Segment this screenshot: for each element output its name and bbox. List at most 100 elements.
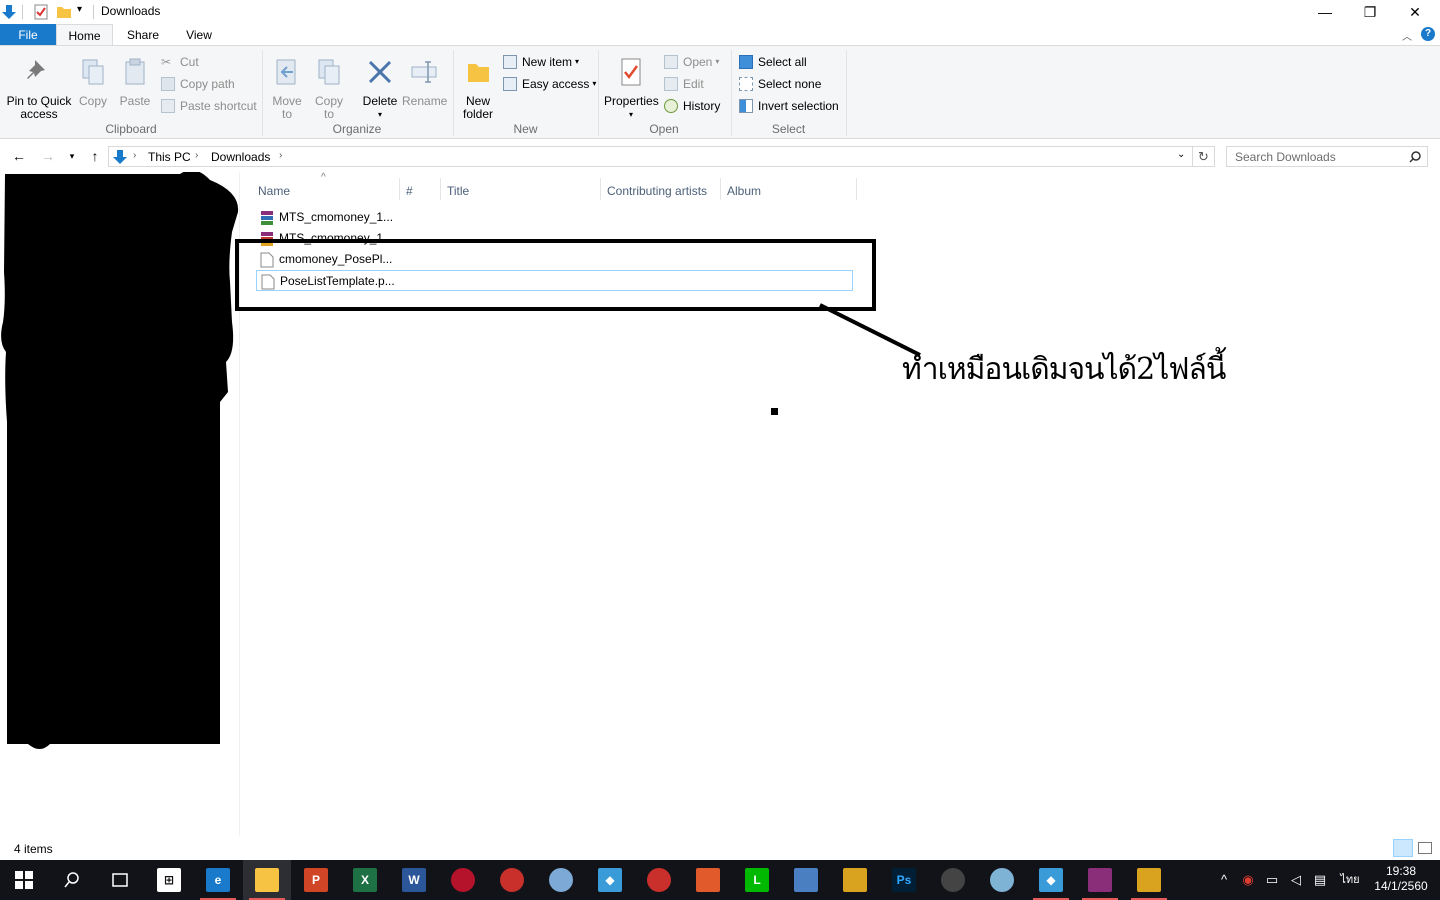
column-divider[interactable] bbox=[440, 178, 441, 200]
select-all-button[interactable]: Select all bbox=[739, 53, 807, 71]
details-view-icon[interactable] bbox=[1393, 839, 1413, 857]
restore-button[interactable]: ❐ bbox=[1347, 0, 1393, 24]
column-header-album[interactable]: Album bbox=[727, 182, 761, 200]
delete-button[interactable]: Delete ▾ bbox=[360, 56, 400, 121]
rename-button[interactable]: Rename bbox=[402, 56, 447, 108]
column-divider[interactable] bbox=[856, 178, 857, 200]
app-icon bbox=[843, 868, 867, 892]
taskbar-app-line[interactable]: L bbox=[733, 860, 781, 900]
task-view-button[interactable] bbox=[96, 860, 144, 900]
photoshop-icon: Ps bbox=[892, 868, 916, 892]
taskbar-app-7[interactable] bbox=[929, 860, 977, 900]
customize-quick-access-icon[interactable]: ▾ bbox=[77, 4, 82, 15]
file-row[interactable]: MTS_cmomoney_1... bbox=[256, 207, 853, 228]
recent-locations-icon[interactable]: ▾ bbox=[62, 147, 82, 165]
new-folder-quick-icon[interactable] bbox=[55, 3, 73, 21]
select-none-button[interactable]: Select none bbox=[739, 75, 821, 93]
navigation-pane[interactable] bbox=[0, 172, 240, 836]
address-dropdown-icon[interactable]: ⌄ bbox=[1177, 149, 1185, 160]
tab-home[interactable]: Home bbox=[56, 24, 113, 46]
copy-to-button[interactable]: Copy to bbox=[312, 56, 346, 121]
cut-button[interactable]: ✂ Cut bbox=[161, 53, 199, 71]
taskbar-app-2[interactable] bbox=[488, 860, 536, 900]
properties-button[interactable]: Properties ▾ bbox=[604, 56, 659, 121]
taskbar-app-4[interactable] bbox=[684, 860, 732, 900]
column-divider[interactable] bbox=[399, 178, 400, 200]
sims-icon: ◆ bbox=[598, 868, 622, 892]
collapse-ribbon-icon[interactable]: ︿ bbox=[1402, 28, 1412, 43]
column-divider[interactable] bbox=[720, 178, 721, 200]
tab-view[interactable]: View bbox=[176, 24, 222, 46]
paste-icon bbox=[125, 58, 145, 85]
taskbar-app-photoshop[interactable]: Ps bbox=[880, 860, 928, 900]
back-arrow-icon[interactable]: ← bbox=[9, 147, 29, 165]
action-center-icon[interactable]: ▤ bbox=[1310, 870, 1330, 890]
column-header-name[interactable]: Name bbox=[258, 182, 290, 200]
column-header-contributing-artists[interactable]: Contributing artists bbox=[607, 182, 707, 200]
open-button[interactable]: Open ▾ bbox=[664, 53, 719, 71]
search-button[interactable] bbox=[48, 860, 96, 900]
minimize-button[interactable]: — bbox=[1302, 0, 1348, 24]
taskbar-app-8[interactable] bbox=[1125, 860, 1173, 900]
tray-app-icon[interactable]: ◉ bbox=[1238, 870, 1258, 890]
taskbar-app-cloud[interactable] bbox=[978, 860, 1026, 900]
close-button[interactable]: ✕ bbox=[1392, 0, 1438, 24]
help-icon[interactable]: ? bbox=[1421, 27, 1435, 41]
large-icons-view-icon[interactable] bbox=[1418, 842, 1432, 854]
copy-button[interactable]: Copy bbox=[76, 56, 110, 108]
tab-share[interactable]: Share bbox=[118, 24, 168, 46]
search-icon[interactable] bbox=[1408, 150, 1422, 164]
history-button[interactable]: History bbox=[664, 97, 720, 115]
refresh-icon[interactable]: ↻ bbox=[1193, 146, 1215, 167]
breadcrumb-downloads[interactable]: Downloads bbox=[211, 150, 270, 164]
taskbar-app-3[interactable] bbox=[635, 860, 683, 900]
cut-label: Cut bbox=[180, 55, 199, 69]
volume-muted-icon[interactable]: ◁ bbox=[1286, 870, 1306, 890]
taskbar-app-paint[interactable] bbox=[537, 860, 585, 900]
paint-icon bbox=[549, 868, 573, 892]
tab-file[interactable]: File bbox=[0, 24, 56, 46]
address-bar[interactable]: › This PC › Downloads › ⌄ bbox=[108, 146, 1193, 167]
taskbar-app-sims2[interactable]: ◆ bbox=[1027, 860, 1075, 900]
clock[interactable]: 19:38 14/1/2560 bbox=[1366, 864, 1436, 894]
properties-quick-icon[interactable] bbox=[32, 3, 50, 21]
pin-to-quick-access-button[interactable]: Pin to Quick access bbox=[4, 56, 74, 121]
taskbar-app-5[interactable] bbox=[782, 860, 830, 900]
up-arrow-icon[interactable]: ↑ bbox=[85, 147, 105, 165]
taskbar-app-winrar[interactable] bbox=[1076, 860, 1124, 900]
task-view-icon bbox=[112, 873, 128, 887]
taskbar-app-6[interactable] bbox=[831, 860, 879, 900]
paste-shortcut-button[interactable]: Paste shortcut bbox=[161, 97, 257, 115]
taskbar-app-word[interactable]: W bbox=[390, 860, 438, 900]
network-icon[interactable]: ▭ bbox=[1262, 870, 1282, 890]
column-header-title[interactable]: Title bbox=[447, 182, 469, 200]
taskbar-app-store[interactable]: ⊞ bbox=[145, 860, 193, 900]
column-header-number[interactable]: # bbox=[406, 182, 413, 200]
taskbar-search-icon bbox=[64, 872, 79, 888]
history-label: History bbox=[683, 99, 721, 113]
invert-selection-button[interactable]: Invert selection bbox=[739, 97, 839, 115]
taskbar-app-powerpoint[interactable]: P bbox=[292, 860, 340, 900]
column-divider[interactable] bbox=[600, 178, 601, 200]
taskbar-app-sims[interactable]: ◆ bbox=[586, 860, 634, 900]
breadcrumb-this-pc[interactable]: This PC bbox=[148, 150, 191, 164]
copy-path-button[interactable]: Copy path bbox=[161, 75, 235, 93]
forward-arrow-icon[interactable]: → bbox=[38, 147, 58, 165]
edit-button[interactable]: Edit bbox=[664, 75, 704, 93]
move-to-button[interactable]: Move to bbox=[270, 56, 304, 121]
annotation-dot bbox=[771, 408, 778, 415]
taskbar-app-excel[interactable]: X bbox=[341, 860, 389, 900]
easy-access-dropdown-icon: ▾ bbox=[592, 79, 597, 88]
new-item-button[interactable]: New item ▾ bbox=[503, 53, 579, 71]
copy-label: Copy bbox=[78, 94, 107, 108]
new-folder-button[interactable]: New folder bbox=[458, 56, 498, 121]
taskbar-app-file-explorer[interactable] bbox=[243, 860, 291, 900]
taskbar-app-edge[interactable]: e bbox=[194, 860, 242, 900]
input-language-indicator[interactable]: ไทย bbox=[1336, 870, 1364, 890]
show-hidden-icons-icon[interactable]: ^ bbox=[1214, 870, 1234, 890]
easy-access-button[interactable]: Easy access ▾ bbox=[503, 75, 596, 93]
search-input[interactable]: Search Downloads bbox=[1226, 146, 1428, 167]
paste-button[interactable]: Paste bbox=[118, 56, 152, 108]
taskbar-app-1[interactable] bbox=[439, 860, 487, 900]
start-button[interactable] bbox=[0, 860, 48, 900]
